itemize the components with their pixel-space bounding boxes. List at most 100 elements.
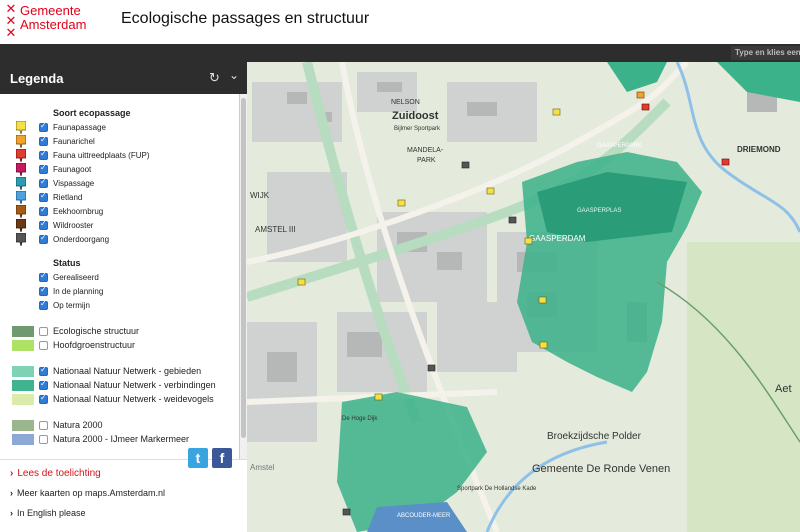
label-bijlmer-sportpark: Bijlmer Sportpark (394, 126, 441, 132)
label-gaasperpark: GAASPERPARK (597, 143, 642, 149)
legend-item-fup[interactable]: Fauna uittreedplaats (FUP) (0, 149, 230, 162)
legend-label: Ecologische structuur (53, 326, 140, 336)
facebook-icon[interactable]: f (212, 448, 232, 468)
checkbox-nnn-weidevogels[interactable] (39, 393, 48, 404)
checkbox-eekhoornbrug[interactable] (39, 205, 48, 216)
legend-item-gerealiseerd[interactable]: Gerealiseerd (0, 271, 230, 284)
checkbox-ecologische-structuur[interactable] (39, 327, 48, 336)
section-title-status: Status (53, 258, 81, 268)
checkbox-faunapassage[interactable] (39, 121, 48, 132)
page-title: Ecologische passages en structuur (121, 10, 370, 27)
checkbox-faunarichel[interactable] (39, 135, 48, 146)
onderdoorgang-marker-icon (16, 233, 26, 246)
swatch-natura-ijmeer (12, 434, 34, 445)
top-toolbar: Type en klies een adres (0, 44, 800, 62)
swatch-nnn-verbindingen (12, 380, 34, 391)
legend-item-eekhoornbrug[interactable]: Eekhoornbrug (0, 205, 230, 218)
checkbox-onderdoorgang[interactable] (39, 233, 48, 244)
faunagoot-marker-icon (16, 163, 26, 176)
legend-item-nnn-verbindingen[interactable]: Nationaal Natuur Netwerk - verbindingen (0, 379, 230, 392)
legend-item-faunapassage[interactable]: Faunapassage (0, 121, 230, 134)
legend-label: Onderdoorgang (53, 235, 110, 244)
link-text: In English please (17, 508, 86, 518)
legend-label: Natura 2000 - IJmeer Markermeer (53, 434, 190, 444)
legend-label: Op termijn (53, 301, 90, 310)
checkbox-natura-2000[interactable] (39, 421, 48, 430)
legend-item-faunagoot[interactable]: Faunagoot (0, 163, 230, 176)
checkbox-faunagoot[interactable] (39, 163, 48, 174)
legend-item-vispassage[interactable]: Vispassage (0, 177, 230, 190)
legend-label: Vispassage (53, 179, 95, 188)
twitter-icon[interactable]: t (188, 448, 208, 468)
legend-title: Legenda (10, 71, 64, 86)
legend-label: Gerealiseerd (53, 273, 99, 282)
legend-scrollbar[interactable] (239, 94, 247, 459)
legend-label: Nationaal Natuur Netwerk - gebieden (53, 366, 202, 376)
label-amstel: Amstel (250, 463, 275, 472)
legend-scroll-thumb[interactable] (241, 98, 246, 438)
label-wijk: WIJK (250, 191, 270, 200)
label-gaasperdam: GAASPERDAM (529, 234, 586, 243)
label-amstel-iii: AMSTEL III (255, 225, 296, 234)
faunapassage-marker-icon (16, 121, 26, 134)
swatch-nnn-gebieden (12, 366, 34, 377)
label-hollandse-kade: Sportpark De Hollandse Kade (457, 486, 537, 492)
label-hoge-dijk: De Hoge Dijk (342, 416, 378, 422)
wildrooster-marker-icon (16, 219, 26, 232)
legend-item-ecologische-structuur[interactable]: Ecologische structuur (0, 326, 230, 338)
link-lees-toelichting[interactable]: › Lees de toelichting (10, 468, 101, 479)
legend-item-op-termijn[interactable]: Op termijn (0, 299, 230, 312)
checkbox-fup[interactable] (39, 149, 48, 160)
link-text: Meer kaarten op maps.Amsterdam.nl (17, 488, 166, 498)
link-meer-kaarten[interactable]: › Meer kaarten op maps.Amsterdam.nl (10, 488, 165, 498)
label-gaasperplas: GAASPERPLAS (577, 208, 621, 214)
checkbox-hoofdgroenstructuur[interactable] (39, 341, 48, 350)
checkbox-nnn-verbindingen[interactable] (39, 379, 48, 390)
legend-label: Fauna uittreedplaats (FUP) (53, 151, 150, 160)
label-broekzijdsche-polder: Broekzijdsche Polder (547, 431, 642, 442)
checkbox-wildrooster[interactable] (39, 219, 48, 230)
logo-text: Gemeente Amsterdam (20, 4, 86, 32)
legend-item-hoofdgroenstructuur[interactable]: Hoofdgroenstructuur (0, 340, 230, 352)
checkbox-gerealiseerd[interactable] (39, 271, 48, 282)
legend-label: Hoofdgroenstructuur (53, 340, 136, 350)
checkbox-nnn-gebieden[interactable] (39, 365, 48, 376)
legend-item-nnn-weidevogels[interactable]: Nationaal Natuur Netwerk - weidevogels (0, 393, 230, 406)
chevron-right-icon: › (10, 508, 13, 518)
checkbox-vispassage[interactable] (39, 177, 48, 188)
link-in-english[interactable]: › In English please (10, 508, 86, 518)
marker-faunarichel (636, 91, 645, 99)
swatch-natura-2000 (12, 420, 34, 431)
faunarichel-marker-icon (16, 135, 26, 148)
map-view[interactable]: Zuidoost NELSON MANDELA- PARK Bijlmer Sp… (247, 62, 800, 532)
legend-item-faunarichel[interactable]: Faunarichel (0, 135, 230, 148)
checkbox-op-termijn[interactable] (39, 299, 48, 310)
label-driemond: DRIEMOND (737, 145, 781, 154)
legend-label: Faunagoot (53, 165, 92, 174)
gemeente-amsterdam-logo[interactable]: ✕ ✕ ✕ Gemeente Amsterdam (4, 2, 94, 41)
legend-panel: Legenda ↻ ⌄ Soort ecopassage Faunapassag… (0, 62, 247, 532)
fup-marker-icon (16, 149, 26, 162)
chevron-right-icon: › (10, 488, 13, 498)
map-canvas[interactable]: Zuidoost NELSON MANDELA- PARK Bijlmer Sp… (247, 62, 800, 532)
legend-item-natura-ijmeer[interactable]: Natura 2000 - IJmeer Markermeer (0, 434, 230, 446)
checkbox-rietland[interactable] (39, 191, 48, 202)
legend-item-in-de-planning[interactable]: In de planning (0, 285, 230, 298)
refresh-icon[interactable]: ↻ (209, 70, 220, 86)
label-abcoudermeer: ABCOUDER-MEER (397, 513, 451, 519)
legend-label: Faunarichel (53, 137, 95, 146)
chevron-down-icon[interactable]: ⌄ (229, 68, 239, 82)
legend-item-onderdoorgang[interactable]: Onderdoorgang (0, 233, 230, 246)
legend-item-natura-2000[interactable]: Natura 2000 (0, 420, 230, 432)
legend-label: In de planning (53, 287, 104, 296)
checkbox-in-de-planning[interactable] (39, 285, 48, 296)
label-aet: Aet (775, 383, 792, 395)
legend-item-rietland[interactable]: Rietland (0, 191, 230, 204)
legend-item-wildrooster[interactable]: Wildrooster (0, 219, 230, 232)
label-park: PARK (417, 157, 436, 164)
address-search-input[interactable]: Type en klies een adres (731, 46, 800, 60)
legend-label: Nationaal Natuur Netwerk - verbindingen (53, 380, 216, 390)
legend-label: Wildrooster (53, 221, 94, 230)
legend-item-nnn-gebieden[interactable]: Nationaal Natuur Netwerk - gebieden (0, 365, 230, 378)
checkbox-natura-ijmeer[interactable] (39, 435, 48, 444)
